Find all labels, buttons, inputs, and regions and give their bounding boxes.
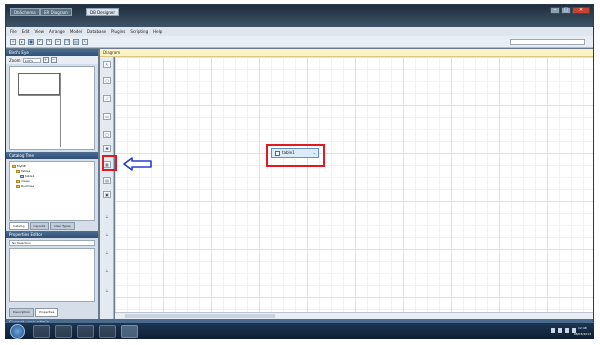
tab-label: ER Diagram: [44, 10, 68, 15]
pointer-tool-icon[interactable]: ↖: [103, 61, 111, 68]
menu-plugins[interactable]: Plugins: [111, 29, 125, 34]
note-tool-icon[interactable]: ▭: [103, 113, 111, 120]
star-tool-icon[interactable]: ✱: [103, 145, 111, 152]
tab-dbschema[interactable]: DbSchema: [10, 8, 40, 16]
tab-label: DbSchema: [14, 10, 36, 15]
flag-icon[interactable]: [558, 328, 562, 333]
cut-icon[interactable]: ✂: [55, 38, 61, 45]
network-icon[interactable]: [551, 328, 555, 333]
catalog-tree-title: Catalog Tree: [6, 152, 98, 159]
bird-eye-toolbar: Zoom 100% + −: [6, 56, 98, 64]
view-tool-icon[interactable]: ▤: [103, 177, 111, 184]
divider: [60, 73, 61, 147]
title-bar: DbSchema ER Diagram DB Designer – □ ✕: [6, 5, 593, 27]
search-input[interactable]: [510, 39, 585, 45]
taskbar-word-icon[interactable]: [99, 325, 116, 338]
ruler-4-icon[interactable]: ┴: [103, 269, 111, 276]
ruler-2-icon[interactable]: ┴: [103, 233, 111, 240]
copy-icon[interactable]: ❐: [64, 38, 70, 45]
paste-icon[interactable]: ▤: [73, 38, 79, 45]
bird-eye-title: Bird's Eye: [6, 49, 98, 56]
taskbar-dbschema-icon[interactable]: [121, 325, 138, 338]
ruler-3-icon[interactable]: ┴: [103, 251, 111, 258]
tree-item-routines[interactable]: Routines: [12, 184, 92, 189]
properties-title: Properties Editor: [6, 231, 98, 238]
tree-item-label: Routines: [21, 184, 35, 188]
folder-icon: [16, 170, 20, 173]
zoom-out-icon[interactable]: −: [50, 57, 57, 63]
clock-date: 08/03/2013: [573, 332, 591, 336]
tab-label: DB Designer: [90, 10, 116, 15]
relation-tool-icon[interactable]: ⟋: [103, 95, 111, 102]
tab-properties[interactable]: Properties: [35, 308, 59, 317]
scroll-thumb[interactable]: [125, 314, 275, 318]
app-window: DbSchema ER Diagram DB Designer – □ ✕ Fi…: [5, 4, 594, 339]
tab-description[interactable]: Description: [9, 308, 35, 317]
folder-icon: [16, 180, 20, 183]
menu-arrange[interactable]: Arrange: [49, 29, 65, 34]
menu-view[interactable]: View: [34, 29, 44, 34]
ellipse-tool-icon[interactable]: ○: [103, 77, 111, 84]
close-button[interactable]: ✕: [572, 7, 590, 14]
folder-icon: [12, 165, 16, 168]
taskbar: 12:48 08/03/2013: [5, 322, 594, 339]
taskbar-explorer-icon[interactable]: [33, 325, 50, 338]
pointer-arrow-icon: [123, 157, 152, 171]
zoom-in-icon[interactable]: +: [42, 57, 49, 63]
properties-grid: [9, 248, 95, 302]
zoom-select[interactable]: 100%: [22, 57, 41, 63]
tab-db-designer[interactable]: DB Designer: [86, 8, 120, 16]
tool-palette: ↖ ○ ⟋ ▭ ▢ ✱ ▦ ▤ ▣ ┴ ┴ ┴ ┴ ┴: [100, 57, 114, 319]
open-icon[interactable]: ▸: [19, 38, 25, 45]
callout-tool-icon[interactable]: ▣: [103, 191, 111, 198]
catalog-tree: MyDB Tables table1 Views Routines: [9, 161, 95, 221]
diagram-canvas[interactable]: [115, 57, 593, 319]
ruler-1-icon[interactable]: ┴: [103, 215, 111, 222]
tab-user-types[interactable]: User Types: [50, 222, 75, 230]
new-icon[interactable]: +: [10, 38, 16, 45]
menu-file[interactable]: File: [10, 29, 17, 34]
save-icon[interactable]: ■: [28, 38, 34, 45]
pointer-icon[interactable]: ↖: [82, 38, 88, 45]
tab-catalog[interactable]: Catalog: [9, 222, 29, 230]
table-icon: [20, 175, 24, 178]
zoom-label: Zoom: [9, 57, 21, 63]
taskbar-firefox-icon[interactable]: [77, 325, 94, 338]
menu-help[interactable]: Help: [153, 29, 162, 34]
minimize-button[interactable]: –: [550, 7, 560, 14]
redo-icon[interactable]: ↷: [46, 38, 52, 45]
menu-database[interactable]: Database: [87, 29, 106, 34]
properties-select[interactable]: No Selection: [9, 240, 95, 246]
window-controls: – □ ✕: [550, 7, 590, 14]
menu-scripting[interactable]: Scripting: [130, 29, 148, 34]
taskbar-media-icon[interactable]: [55, 325, 72, 338]
diagram-tab[interactable]: Diagram: [100, 49, 593, 57]
maximize-button[interactable]: □: [561, 7, 571, 14]
viewport-rect[interactable]: [18, 73, 60, 95]
folder-icon: [16, 185, 20, 188]
tab-layouts[interactable]: Layouts: [29, 222, 50, 230]
divider: [18, 95, 60, 96]
undo-icon[interactable]: ↶: [37, 38, 43, 45]
catalog-tabs: Catalog Layouts User Types: [6, 222, 98, 230]
ruler-5-icon[interactable]: ┴: [103, 289, 111, 296]
properties-tabs: Description Properties: [9, 308, 59, 317]
tab-er-diagram[interactable]: ER Diagram: [40, 8, 72, 16]
toolbar: + ▸ ■ ↶ ↷ ✂ ❐ ▤ ↖: [6, 36, 593, 48]
clock[interactable]: 12:48 08/03/2013: [574, 325, 591, 337]
system-tray: [551, 328, 576, 333]
menu-model[interactable]: Model: [70, 29, 82, 34]
table-tool-highlight: [102, 155, 117, 171]
folder-tool-icon[interactable]: ▢: [103, 131, 111, 138]
bird-eye-view[interactable]: [9, 66, 95, 150]
table-node-highlight: [266, 144, 325, 167]
left-panel: Bird's Eye Zoom 100% + − Catalog Tree My…: [6, 49, 98, 319]
battery-icon[interactable]: [565, 328, 569, 333]
menu-bar: File Edit View Arrange Model Database Pl…: [6, 27, 593, 36]
start-button[interactable]: [10, 324, 25, 339]
horizontal-scrollbar[interactable]: [115, 312, 593, 319]
menu-edit[interactable]: Edit: [22, 29, 30, 34]
